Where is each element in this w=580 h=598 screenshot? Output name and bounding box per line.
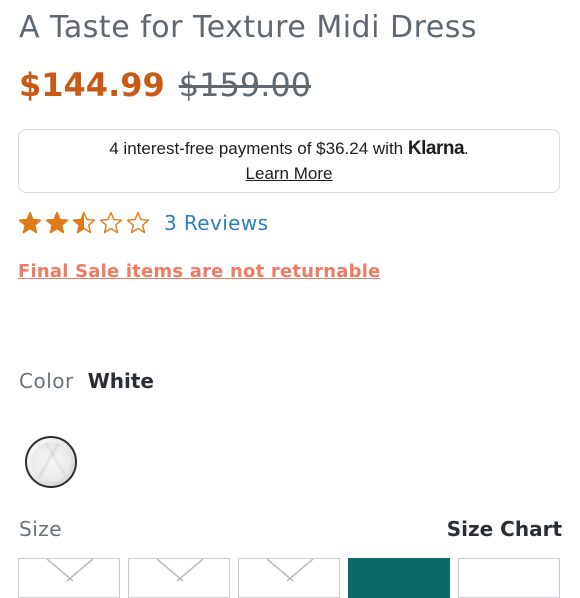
klarna-banner: 4 interest-free payments of $36.24 with …	[18, 129, 560, 193]
reviews-link[interactable]: 3 Reviews	[164, 211, 268, 235]
klarna-message: 4 interest-free payments of $36.24 with	[109, 139, 404, 158]
rating-row: 3 Reviews	[18, 211, 268, 235]
size-option-unavailable[interactable]	[128, 558, 230, 598]
star-full-icon	[45, 211, 69, 234]
price-row: $144.99 $159.00	[19, 66, 311, 104]
star-rating[interactable]	[18, 211, 150, 235]
selected-color-value: White	[87, 369, 154, 393]
size-label: Size	[19, 517, 63, 541]
size-option-selected[interactable]	[348, 558, 450, 598]
size-option-unavailable[interactable]	[18, 558, 120, 598]
klarna-learn-more-link[interactable]: Learn More	[246, 164, 333, 184]
color-row: Color White	[19, 369, 154, 393]
unavailable-cross-icon	[46, 559, 94, 582]
unavailable-cross-icon	[156, 559, 204, 582]
color-swatch-white[interactable]	[25, 436, 77, 488]
klarna-period: .	[464, 139, 469, 158]
final-sale-link[interactable]: Final Sale items are not returnable	[18, 261, 381, 282]
sale-price: $144.99	[19, 66, 165, 104]
size-option-unavailable[interactable]	[238, 558, 340, 598]
klarna-logo: Klarna	[407, 138, 465, 159]
size-chart-link[interactable]: Size Chart	[447, 517, 562, 541]
swatch-texture	[31, 442, 71, 482]
klarna-message-line: 4 interest-free payments of $36.24 with …	[19, 138, 559, 160]
star-half-icon	[72, 211, 96, 234]
star-full-icon	[18, 211, 42, 234]
star-empty-icon	[126, 211, 150, 234]
star-empty-icon	[99, 211, 123, 234]
product-title: A Taste for Texture Midi Dress	[19, 10, 477, 45]
size-option[interactable]	[458, 558, 560, 598]
size-options	[18, 558, 560, 598]
original-price: $159.00	[178, 66, 312, 104]
color-label: Color	[19, 369, 74, 393]
unavailable-cross-icon	[266, 559, 314, 582]
